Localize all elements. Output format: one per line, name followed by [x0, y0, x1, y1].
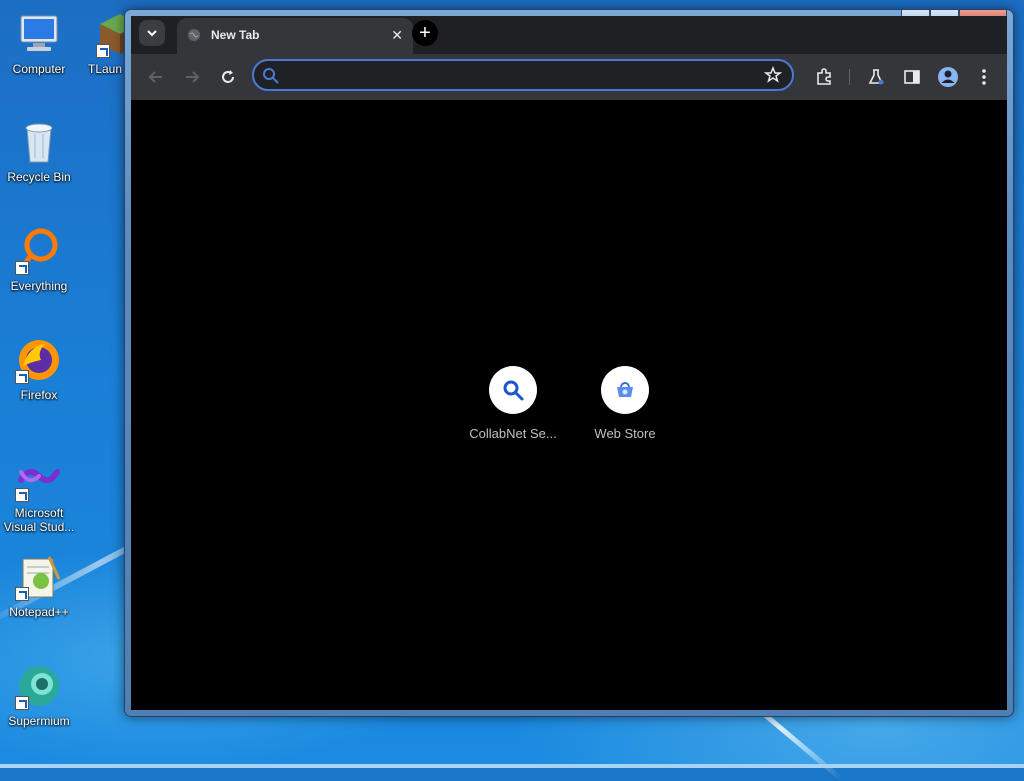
- shortcut-arrow-icon: [15, 261, 29, 275]
- back-button[interactable]: [145, 66, 167, 88]
- shortcut-label: CollabNet Se...: [469, 426, 557, 441]
- desktop-icon-label: Computer: [12, 62, 66, 76]
- desktop-icon-visual-studio[interactable]: Microsoft Visual Stud...: [0, 454, 78, 534]
- new-tab-button[interactable]: +: [412, 20, 438, 46]
- side-panel-button[interactable]: [901, 66, 923, 88]
- reload-button[interactable]: [217, 66, 239, 88]
- visual-studio-icon: [15, 454, 63, 502]
- recycle-bin-icon: [15, 118, 63, 166]
- search-icon: [263, 68, 279, 84]
- computer-icon: [15, 10, 63, 58]
- desktop-icon-computer[interactable]: Computer: [0, 10, 78, 76]
- shortcut-label: Web Store: [594, 426, 656, 441]
- supermium-icon: [15, 662, 63, 710]
- search-icon: [503, 380, 524, 401]
- desktop-icon-label: Notepad++: [9, 605, 69, 619]
- shortcut-arrow-icon: [96, 44, 110, 58]
- address-input[interactable]: [284, 65, 758, 87]
- tab-new-tab[interactable]: New Tab ✕: [177, 18, 413, 54]
- shortcut-icon-circle: [601, 366, 649, 414]
- desktop-icon-label: Recycle Bin: [7, 170, 71, 184]
- desktop-icon-notepad-plus-plus[interactable]: Notepad++: [0, 553, 78, 619]
- firefox-icon: [15, 336, 63, 384]
- desktop-icon-recycle-bin[interactable]: Recycle Bin: [0, 118, 78, 184]
- shortcut-arrow-icon: [15, 696, 29, 710]
- shortcut-tile-collabnet[interactable]: CollabNet Se...: [457, 366, 569, 441]
- shortcut-arrow-icon: [15, 587, 29, 601]
- extensions-button[interactable]: [813, 66, 835, 88]
- desktop-icon-supermium[interactable]: Supermium: [0, 662, 78, 728]
- profile-button[interactable]: [937, 66, 959, 88]
- kebab-menu-icon: [982, 69, 986, 85]
- labs-button[interactable]: [865, 66, 887, 88]
- notepad-plus-plus-icon: [15, 553, 63, 601]
- shortcut-arrow-icon: [15, 370, 29, 384]
- tab-close-button[interactable]: ✕: [391, 27, 403, 44]
- globe-icon: [188, 29, 200, 41]
- flask-labs-icon: [868, 69, 884, 85]
- forward-button[interactable]: [181, 66, 203, 88]
- chevron-down-icon: [147, 30, 157, 37]
- browser-menu-button[interactable]: [973, 66, 995, 88]
- tab-search-button[interactable]: [139, 20, 165, 46]
- everything-search-icon: [15, 227, 63, 275]
- desktop-icon-label: Firefox: [20, 388, 58, 402]
- taskbar-edge: [0, 764, 1024, 768]
- new-tab-page: CollabNet Se... Web Store: [131, 100, 1007, 710]
- shortcut-arrow-icon: [15, 488, 29, 502]
- shortcut-tile-web-store[interactable]: Web Store: [569, 366, 681, 441]
- tab-title: New Tab: [211, 28, 260, 42]
- reload-icon: [222, 70, 234, 83]
- desktop-icon-label: Supermium: [8, 714, 70, 728]
- desktop-icon-label: Everything: [10, 279, 68, 293]
- back-arrow-icon: [148, 71, 162, 83]
- puzzle-extensions-icon: [817, 68, 831, 85]
- bookmark-star-icon[interactable]: [764, 66, 782, 84]
- address-bar[interactable]: [252, 59, 794, 91]
- shortcut-icon-circle: [489, 366, 537, 414]
- tab-strip: New Tab ✕ +: [131, 16, 1007, 54]
- toolbar-divider: [849, 69, 850, 85]
- browser-toolbar: [131, 54, 1007, 100]
- desktop-icon-label: Microsoft Visual Stud...: [3, 506, 75, 534]
- web-store-icon: [617, 382, 633, 397]
- side-panel-icon: [904, 70, 920, 84]
- forward-arrow-icon: [186, 71, 200, 83]
- browser-window: — □ ✕ New Tab ✕ +: [124, 9, 1014, 717]
- browser-frame: New Tab ✕ + CollabNet Se... Web Store: [131, 16, 1007, 710]
- desktop-icon-firefox[interactable]: Firefox: [0, 336, 78, 402]
- desktop-icon-everything[interactable]: Everything: [0, 227, 78, 293]
- profile-avatar-icon: [938, 67, 958, 87]
